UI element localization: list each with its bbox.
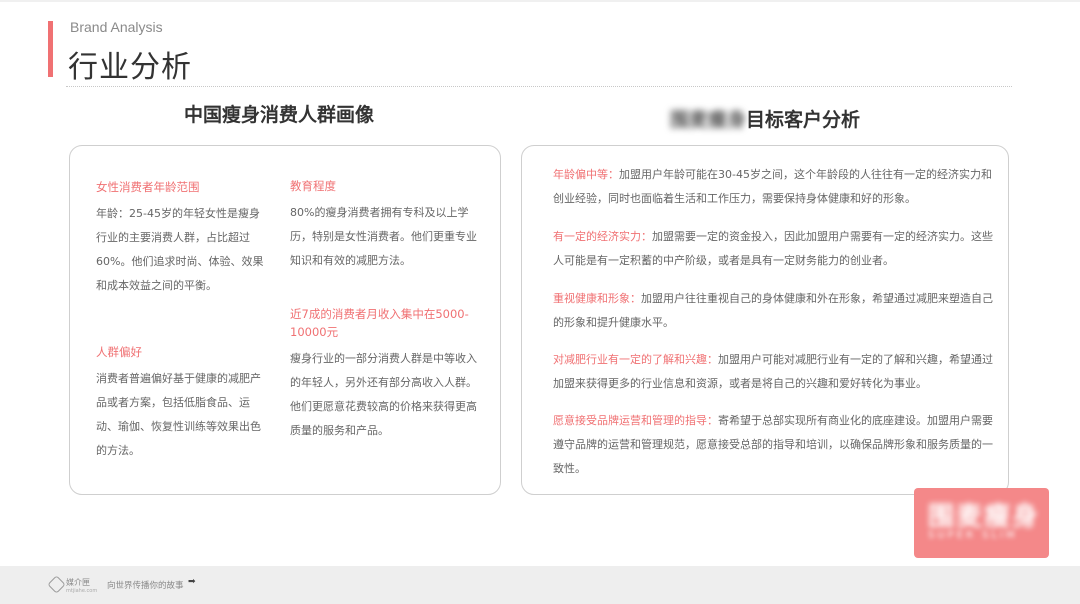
footer-slogan: 向世界传播你的故事 [107,581,184,591]
footer-logo: 媒介匣 mtjiahe.com [66,577,97,594]
arrow-right-icon: ➡ [188,577,196,587]
profile-text: 消费者普遍偏好基于健康的减肥产品或者方案，包括低脂食品、运动、瑜伽、恢复性训练等… [96,372,261,457]
right-section-title: 围麦瘦身目标客户分析 [670,105,860,132]
profile-text: 80%的瘦身消费者拥有专科及以上学历，特别是女性消费者。他们更重专业知识和有效的… [290,206,477,267]
customer-item-key: 有一定的经济实力： [553,230,652,243]
consumer-profile-panel: 女性消费者年龄范围 年龄：25-45岁的年轻女性是瘦身行业的主要消费人群，占比超… [69,145,501,495]
profile-heading: 人群偏好 [96,345,142,359]
top-divider [0,0,1080,2]
dotted-separator [66,86,1012,87]
brand-logo-badge: 围麦瘦身 SUPER SLIM [914,488,1049,558]
brand-subtitle: Brand Analysis [70,19,163,35]
customer-item: 年龄偏中等：加盟用户年龄可能在30-45岁之间，这个年龄段的人往往有一定的经济实… [553,163,993,211]
customer-item-key: 对减肥行业有一定的了解和兴趣： [553,353,718,366]
profile-heading: 近7成的消费者月收入集中在5000-10000元 [290,307,469,339]
profile-text: 瘦身行业的一部分消费人群是中等收入的年轻人，另外还有部分高收入人群。他们更愿意花… [290,352,477,437]
blurred-brand-name: 围麦瘦身 [670,109,747,131]
profile-block-education: 教育程度 80%的瘦身消费者拥有专科及以上学历，特别是女性消费者。他们更重专业知… [290,177,478,273]
left-section-title: 中国瘦身消费人群画像 [184,104,375,126]
footer-logo-url: mtjiahe.com [66,588,98,594]
customer-item: 愿意接受品牌运营和管理的指导：寄希望于总部实现所有商业化的底座建设。加盟用户需要… [553,409,993,481]
customer-item: 对减肥行业有一定的了解和兴趣：加盟用户可能对减肥行业有一定的了解和兴趣，希望通过… [553,348,993,396]
customer-item-key: 重视健康和形象： [553,292,641,305]
badge-brand-text: 围麦瘦身 [928,502,1041,532]
customer-item-key: 年龄偏中等： [553,168,619,181]
customer-item: 重视健康和形象：加盟用户往往重视自己的身体健康和外在形象，希望通过减肥来塑造自己… [553,287,993,335]
profile-block-income: 近7成的消费者月收入集中在5000-10000元 瘦身行业的一部分消费人群是中等… [290,305,480,443]
cube-logo-icon [47,575,66,594]
profile-heading: 女性消费者年龄范围 [96,180,200,194]
badge-sub-text: SUPER SLIM [928,530,1018,541]
customer-item: 有一定的经济实力：加盟需要一定的资金投入，因此加盟用户需要有一定的经济实力。这些… [553,225,993,273]
page-title: 行业分析 [68,50,192,85]
footer-logo-name: 媒介匣 [66,578,90,587]
profile-text: 年龄：25-45岁的年轻女性是瘦身行业的主要消费人群，占比超过60%。他们追求时… [96,207,264,292]
profile-block-preference: 人群偏好 消费者普遍偏好基于健康的减肥产品或者方案，包括低脂食品、运动、瑜伽、恢… [96,343,268,463]
title-accent-bar [48,21,53,77]
right-section-title-text: 目标客户分析 [746,109,861,131]
profile-block-age: 女性消费者年龄范围 年龄：25-45岁的年轻女性是瘦身行业的主要消费人群，占比超… [96,178,266,298]
customer-item-text: 加盟用户年龄可能在30-45岁之间，这个年龄段的人往往有一定的经济实力和创业经验… [553,168,992,205]
target-customer-panel: 年龄偏中等：加盟用户年龄可能在30-45岁之间，这个年龄段的人往往有一定的经济实… [521,145,1009,495]
profile-heading: 教育程度 [290,179,336,193]
footer-bar: 媒介匣 mtjiahe.com 向世界传播你的故事 ➡ [0,566,1080,604]
customer-item-key: 愿意接受品牌运营和管理的指导： [553,414,718,427]
